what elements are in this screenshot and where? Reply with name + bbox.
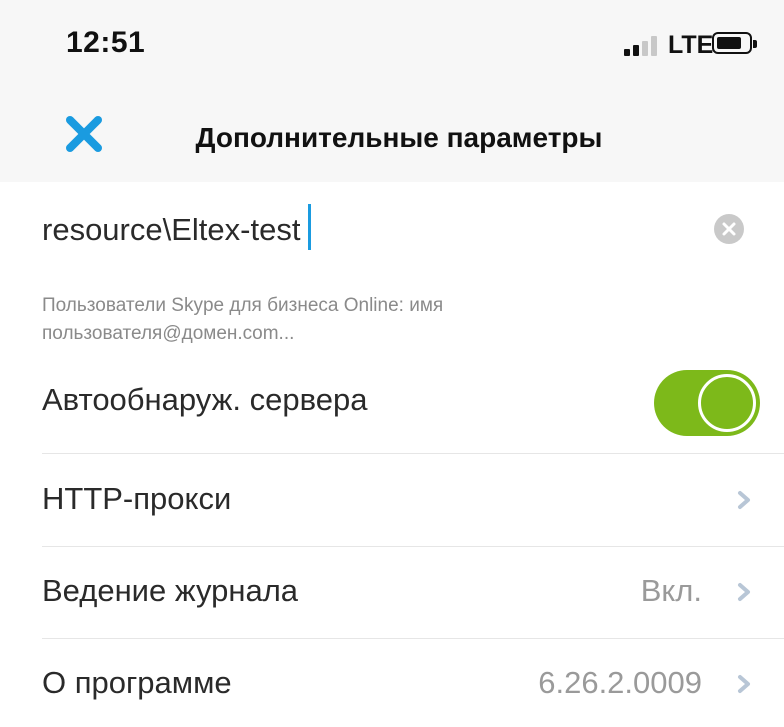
status-time: 12:51 <box>66 26 146 59</box>
setting-label: Автообнаруж. сервера <box>42 382 368 417</box>
setting-value: 6.26.2.0009 <box>538 665 702 700</box>
setting-row-autodiscover: Автообнаруж. сервера <box>42 362 784 454</box>
chevron-right-icon <box>738 491 750 509</box>
network-type: LTE <box>668 31 714 59</box>
setting-label: HTTP-прокси <box>42 481 232 516</box>
setting-label: О программе <box>42 665 232 700</box>
setting-label: Ведение журнала <box>42 573 299 608</box>
setting-row-about[interactable]: О программе 6.26.2.0009 <box>42 639 784 727</box>
server-address-input[interactable] <box>42 208 682 252</box>
battery-icon <box>712 32 757 54</box>
navigation-bar: Дополнительные параметры <box>0 92 784 182</box>
chevron-right-icon <box>738 675 750 693</box>
text-cursor <box>308 204 311 250</box>
setting-value: Вкл. <box>640 573 702 608</box>
server-address-field <box>0 182 784 274</box>
toggle-knob <box>698 374 756 432</box>
page-title: Дополнительные параметры <box>195 122 603 153</box>
clear-icon <box>722 222 736 236</box>
setting-row-http-proxy[interactable]: HTTP-прокси <box>42 455 784 547</box>
server-hint-text: Пользователи Skype для бизнеса Online: и… <box>42 295 444 344</box>
clear-input-button[interactable] <box>714 214 744 244</box>
setting-row-logging[interactable]: Ведение журнала Вкл. <box>42 547 784 639</box>
status-bar: 12:51 LTE <box>0 0 784 92</box>
autodiscover-toggle[interactable] <box>654 370 760 436</box>
signal-strength-icon <box>624 36 662 56</box>
chevron-right-icon <box>738 583 750 601</box>
